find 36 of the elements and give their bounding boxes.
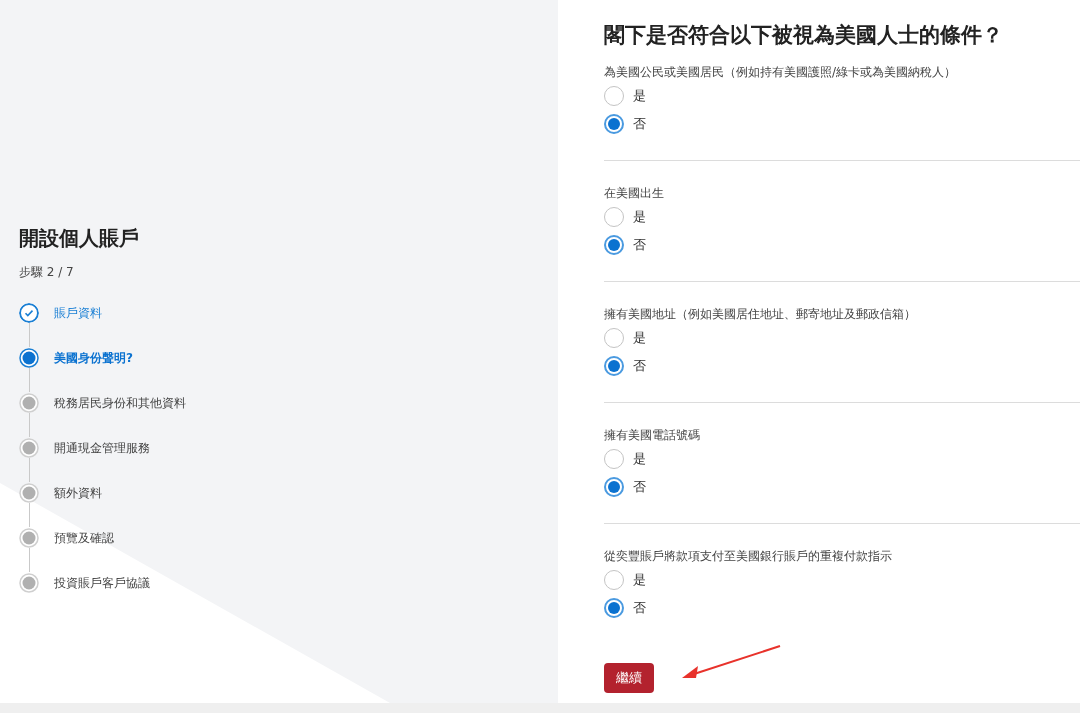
step-label[interactable]: 預覽及確認 xyxy=(54,527,114,548)
question-label: 擁有美國地址（例如美國居住地址、郵寄地址及郵政信箱） xyxy=(604,306,917,323)
option-label: 是 xyxy=(633,87,646,106)
radio-button[interactable] xyxy=(604,356,624,376)
option-label: 是 xyxy=(633,571,646,590)
page-title: 開設個人賬戶 xyxy=(19,225,140,252)
radio-button[interactable] xyxy=(604,477,624,497)
option-label: 否 xyxy=(633,357,646,376)
question-label: 為美國公民或美國居民（例如持有美國護照/綠卡或為美國納稅人） xyxy=(604,64,958,81)
option-label: 是 xyxy=(633,450,646,469)
option-label: 是 xyxy=(633,208,646,227)
radio-button[interactable] xyxy=(604,570,624,590)
step-label[interactable]: 賬戶資料 xyxy=(54,302,102,323)
option-label: 是 xyxy=(633,329,646,348)
step-label[interactable]: 額外資料 xyxy=(54,482,102,503)
continue-button[interactable]: 繼續 xyxy=(604,663,654,693)
question-label: 在美國出生 xyxy=(604,185,665,202)
option-label: 否 xyxy=(633,236,646,255)
step-label[interactable]: 開通現金管理服務 xyxy=(54,437,150,458)
option-label: 否 xyxy=(633,115,646,134)
option-label: 否 xyxy=(633,599,646,618)
radio-button[interactable] xyxy=(604,449,624,469)
radio-button[interactable] xyxy=(604,328,624,348)
form-heading: 閣下是否符合以下被視為美國人士的條件？ xyxy=(604,22,1004,49)
radio-button[interactable] xyxy=(604,114,624,134)
radio-button[interactable] xyxy=(604,86,624,106)
radio-button[interactable] xyxy=(604,598,624,618)
step-label[interactable]: 美國身份聲明? xyxy=(54,347,133,368)
question-label: 擁有美國電話號碼 xyxy=(604,427,701,444)
option-label: 否 xyxy=(633,478,646,497)
radio-button[interactable] xyxy=(604,235,624,255)
radio-button[interactable] xyxy=(604,207,624,227)
question-label: 從奕豐賬戶將款項支付至美國銀行賬戶的重複付款指示 xyxy=(604,548,893,565)
step-label[interactable]: 投資賬戶客戶協議 xyxy=(54,572,150,593)
step-label[interactable]: 稅務居民身份和其他資料 xyxy=(54,392,186,413)
step-counter: 步驟 2 / 7 xyxy=(19,264,75,280)
